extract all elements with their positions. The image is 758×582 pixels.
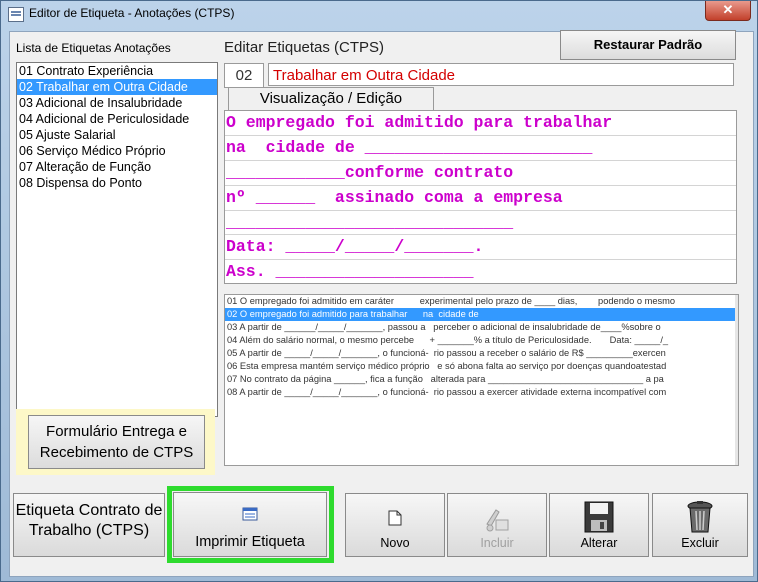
editor-line[interactable]: ____________conforme contrato xyxy=(225,161,736,186)
preview-line[interactable]: 05 A partir de _____/_____/_______, o fu… xyxy=(225,347,738,360)
list-item[interactable]: 05 Ajuste Salarial xyxy=(17,127,217,143)
title-bar: Editor de Etiqueta - Anotações (CTPS) ✕ xyxy=(1,1,757,27)
incluir-label: Incluir xyxy=(480,536,514,550)
include-icon xyxy=(486,509,509,532)
print-label-button[interactable]: Imprimir Etiqueta xyxy=(173,492,327,557)
list-label: Lista de Etiquetas Anotações xyxy=(16,41,171,55)
label-text-editor[interactable]: O empregado foi admitido para trabalhar … xyxy=(224,110,737,284)
new-document-icon xyxy=(388,510,402,526)
print-preview-icon xyxy=(242,507,258,521)
alterar-button[interactable]: Alterar xyxy=(549,493,649,557)
close-button[interactable]: ✕ xyxy=(705,1,751,21)
editor-window: Editor de Etiqueta - Anotações (CTPS) ✕ … xyxy=(0,0,758,582)
preview-line-selected[interactable]: 02 O empregado foi admitido para trabalh… xyxy=(225,308,738,321)
label-name-field[interactable]: Trabalhar em Outra Cidade xyxy=(268,63,734,86)
editor-line[interactable]: na cidade de _______________________ xyxy=(225,136,736,161)
etiqueta-contrato-label: Etiqueta Contrato de Trabalho (CTPS) xyxy=(15,502,163,539)
labels-preview-list[interactable]: 01 O empregado foi admitido em caráter e… xyxy=(224,294,739,466)
editor-title: Editar Etiquetas (CTPS) xyxy=(224,39,385,56)
restore-default-button[interactable]: Restaurar Padrão xyxy=(560,30,736,60)
list-item[interactable]: 01 Contrato Experiência xyxy=(17,63,217,79)
label-list[interactable]: 01 Contrato Experiência 02 Trabalhar em … xyxy=(16,62,218,417)
editor-line[interactable]: nº ______ assinado coma a empresa xyxy=(225,186,736,211)
list-item[interactable]: 04 Adicional de Periculosidade xyxy=(17,111,217,127)
incluir-button[interactable]: Incluir xyxy=(447,493,547,557)
excluir-button[interactable]: Excluir xyxy=(652,493,748,557)
preview-scrollbar[interactable] xyxy=(735,295,738,465)
list-item[interactable]: 07 Alteração de Função xyxy=(17,159,217,175)
list-item[interactable]: 06 Serviço Médico Próprio xyxy=(17,143,217,159)
novo-button[interactable]: Novo xyxy=(345,493,445,557)
window-title: Editor de Etiqueta - Anotações (CTPS) xyxy=(29,6,235,20)
tab-visualizacao-edicao[interactable]: Visualização / Edição xyxy=(228,87,434,110)
label-code-field[interactable]: 02 xyxy=(224,63,264,88)
editor-line[interactable]: Ass. ____________________ xyxy=(225,260,736,283)
preview-line[interactable]: 07 No contrato da página ______, fica a … xyxy=(225,373,738,386)
novo-label: Novo xyxy=(380,536,410,550)
form-entrega-button[interactable]: Formulário Entrega e Recebimento de CTPS xyxy=(28,415,205,469)
preview-line[interactable]: 06 Esta empresa mantém serviço médico pr… xyxy=(225,360,738,373)
preview-line[interactable]: 08 A partir de _____/_____/_______, o fu… xyxy=(225,386,738,399)
preview-line[interactable]: 03 A partir de ______/_____/_______, pas… xyxy=(225,321,738,334)
save-floppy-icon xyxy=(584,501,614,533)
list-item[interactable]: 08 Dispensa do Ponto xyxy=(17,175,217,191)
window-app-icon xyxy=(8,7,24,22)
list-item-selected[interactable]: 02 Trabalhar em Outra Cidade xyxy=(17,79,217,95)
alterar-label: Alterar xyxy=(580,536,618,550)
trash-can-icon xyxy=(687,501,713,533)
excluir-label: Excluir xyxy=(681,536,719,550)
list-item[interactable]: 03 Adicional de Insalubridade xyxy=(17,95,217,111)
editor-line[interactable]: O empregado foi admitido para trabalhar xyxy=(225,111,736,136)
preview-line[interactable]: 01 O empregado foi admitido em caráter e… xyxy=(225,295,738,308)
preview-line[interactable]: 04 Além do salário normal, o mesmo perce… xyxy=(225,334,738,347)
editor-line[interactable]: _____________________________ xyxy=(225,211,736,236)
print-label-text: Imprimir Etiqueta xyxy=(195,534,305,550)
etiqueta-contrato-button[interactable]: Etiqueta Contrato de Trabalho (CTPS) xyxy=(13,493,165,557)
editor-line[interactable]: Data: _____/_____/_______. xyxy=(225,235,736,261)
